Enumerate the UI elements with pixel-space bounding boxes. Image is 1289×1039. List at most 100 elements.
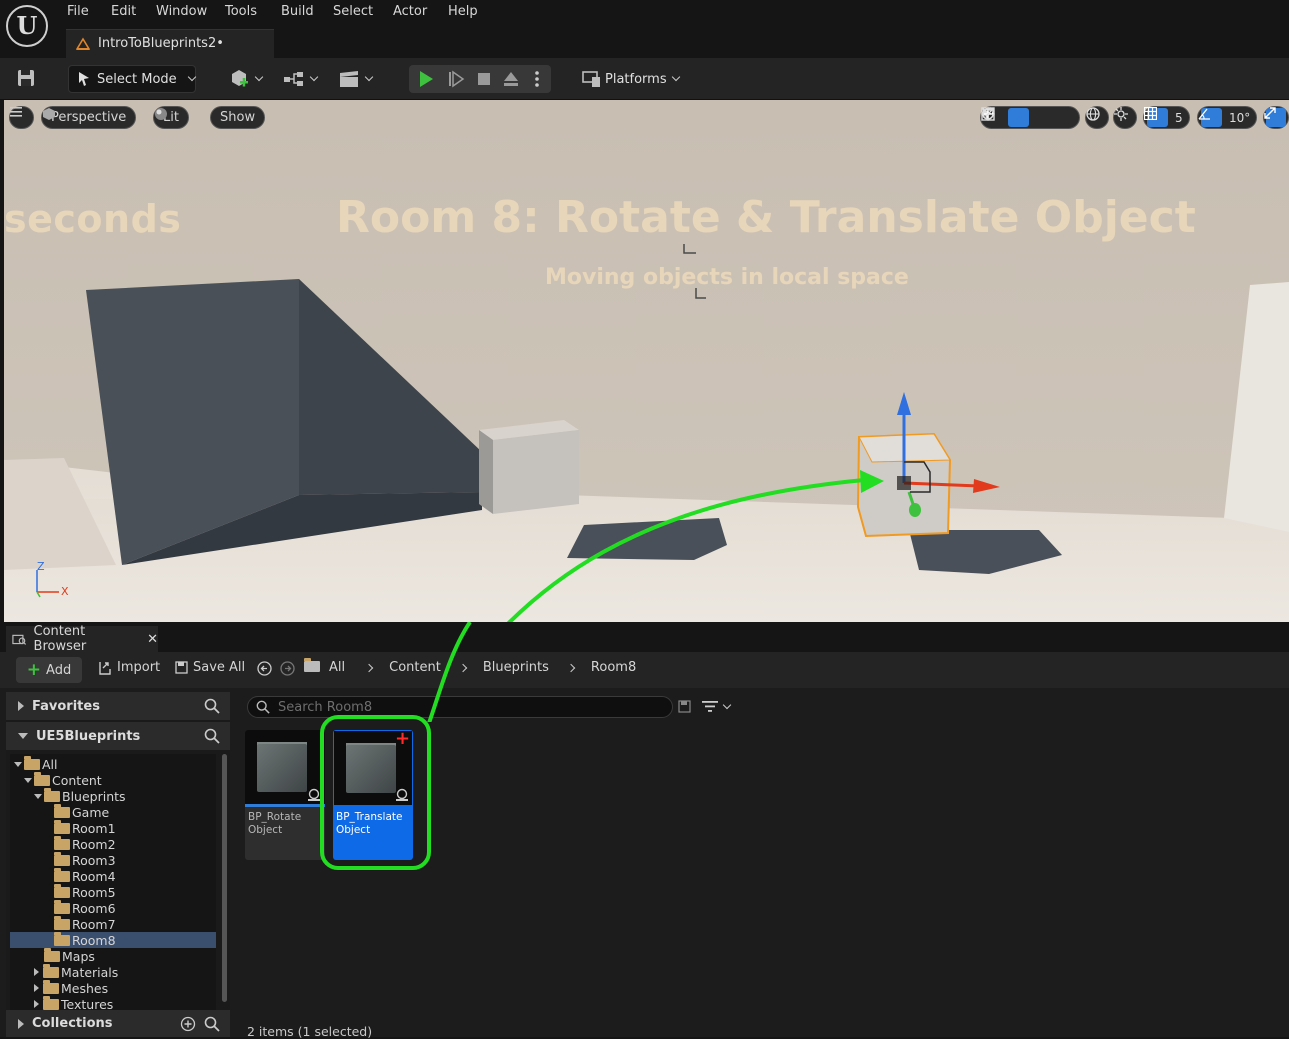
lit-button[interactable]: Lit xyxy=(153,106,189,129)
viewport-menu-button[interactable] xyxy=(9,106,34,129)
breadcrumb-all[interactable]: All xyxy=(329,660,345,675)
eject-icon[interactable] xyxy=(502,70,520,88)
select-mode-dropdown[interactable]: Select Mode xyxy=(68,65,196,93)
search-icon[interactable] xyxy=(204,698,220,714)
add-actor-icon xyxy=(232,70,248,87)
breadcrumb-blueprints[interactable]: Blueprints xyxy=(483,660,549,675)
chevron-right-icon[interactable] xyxy=(566,663,576,672)
tree-item[interactable]: Materials xyxy=(10,963,216,980)
menu-edit[interactable]: Edit xyxy=(111,4,136,19)
translate-tool-icon[interactable] xyxy=(981,107,1029,127)
history-forward-button[interactable] xyxy=(280,661,295,676)
chevron-right-icon[interactable] xyxy=(364,663,374,672)
tree-item[interactable]: Room2 xyxy=(10,835,216,852)
breadcrumb-content[interactable]: Content xyxy=(389,660,441,675)
folder-icon xyxy=(54,867,70,882)
browse-folders-button[interactable] xyxy=(304,658,322,672)
collapse-arrow-icon[interactable] xyxy=(14,761,22,767)
favorites-header[interactable]: Favorites xyxy=(6,692,230,720)
add-button[interactable]: + Add xyxy=(16,657,82,683)
tree-item[interactable]: Game xyxy=(10,803,216,820)
tree-item[interactable]: Room4 xyxy=(10,867,216,884)
import-icon xyxy=(99,661,111,675)
tree-item[interactable]: Room1 xyxy=(10,819,216,836)
asset-type-bar xyxy=(245,804,325,807)
tree-item[interactable]: Room6 xyxy=(10,899,216,916)
search-icon[interactable] xyxy=(204,728,220,744)
menu-file[interactable]: File xyxy=(67,4,89,19)
tree-item[interactable]: Room8 xyxy=(10,931,216,948)
advance-frame-icon[interactable] xyxy=(447,70,465,88)
platforms-dropdown[interactable]: Platforms xyxy=(582,65,680,93)
sources-panel: Favorites UE5Blueprints All Content Bluepr… xyxy=(6,692,230,1037)
menu-actor[interactable]: Actor xyxy=(393,4,427,19)
maximize-viewport-button[interactable] xyxy=(1263,106,1289,129)
menu-tools[interactable]: Tools xyxy=(225,4,257,19)
grid-snap-control[interactable]: 5 xyxy=(1143,106,1190,129)
rotation-snap-control[interactable]: 10° xyxy=(1197,106,1258,129)
tree-item[interactable]: Room5 xyxy=(10,883,216,900)
save-icon[interactable] xyxy=(16,68,36,88)
breadcrumb-room8[interactable]: Room8 xyxy=(591,660,636,675)
add-collection-icon[interactable] xyxy=(180,1016,196,1032)
history-back-button[interactable] xyxy=(257,661,272,676)
add-actor-button[interactable] xyxy=(228,65,264,93)
menu-window[interactable]: Window xyxy=(156,4,207,19)
tree-item-label: Room8 xyxy=(72,932,116,948)
level-viewport[interactable]: seconds Room 8: Rotate & Translate Objec… xyxy=(4,100,1289,622)
stop-icon[interactable] xyxy=(475,70,493,88)
tree-item-label: Room3 xyxy=(72,852,116,868)
more-options-icon[interactable] xyxy=(533,70,541,88)
tree-item-label: Materials xyxy=(61,964,119,980)
content-browser-tab[interactable]: Content Browser ✕ xyxy=(6,624,158,654)
tree-item[interactable]: Room3 xyxy=(10,851,216,868)
menu-build[interactable]: Build xyxy=(281,4,314,19)
select-mode-icon xyxy=(79,72,89,86)
search-icon[interactable] xyxy=(204,1016,220,1032)
plus-icon: + xyxy=(26,660,42,680)
tree-item[interactable]: All xyxy=(10,755,216,772)
menu-select[interactable]: Select xyxy=(333,4,373,19)
save-all-button[interactable]: Save All xyxy=(175,660,245,675)
tree-item[interactable]: Meshes xyxy=(10,979,216,996)
project-header[interactable]: UE5Blueprints xyxy=(6,722,230,750)
expand-arrow-icon xyxy=(18,1018,24,1029)
import-button[interactable]: Import xyxy=(98,660,160,675)
world-space-toggle[interactable] xyxy=(1085,106,1109,129)
collections-header[interactable]: Collections xyxy=(6,1010,230,1037)
chevron-right-icon[interactable] xyxy=(458,663,468,672)
chevron-down-icon xyxy=(364,72,374,82)
rotation-snap-icon[interactable] xyxy=(1198,108,1222,127)
tree-scrollbar[interactable] xyxy=(222,754,227,1002)
rotate-tool-icon[interactable] xyxy=(982,107,1052,127)
show-button[interactable]: Show xyxy=(210,106,266,129)
filter-dropdown[interactable] xyxy=(702,700,732,713)
menu-help[interactable]: Help xyxy=(448,4,478,19)
blueprints-button[interactable] xyxy=(283,65,319,93)
expand-arrow-icon[interactable] xyxy=(34,968,39,976)
perspective-button[interactable]: Perspective xyxy=(41,106,137,129)
favorites-label: Favorites xyxy=(32,698,100,714)
save-search-icon[interactable] xyxy=(678,700,691,713)
close-tab-icon[interactable]: ✕ xyxy=(147,632,158,647)
tree-item[interactable]: Room7 xyxy=(10,915,216,932)
tree-item[interactable]: Blueprints xyxy=(10,787,216,804)
asset-search-input[interactable]: Search Room8 xyxy=(247,696,673,718)
level-document-tab[interactable]: IntroToBlueprints2• xyxy=(66,29,274,58)
tree-item[interactable]: Content xyxy=(10,771,216,788)
expand-arrow-icon[interactable] xyxy=(34,1000,39,1008)
cinematics-button[interactable] xyxy=(338,65,374,93)
grid-snap-icon[interactable] xyxy=(1144,107,1168,127)
scene-render xyxy=(4,100,1289,622)
unreal-logo-icon[interactable]: U xyxy=(6,5,48,47)
expand-arrow-icon[interactable] xyxy=(34,984,39,992)
asset-tile-bp-rotate[interactable]: BP_Rotate Object xyxy=(245,730,325,860)
tree-item[interactable]: Maps xyxy=(10,947,216,964)
collapse-arrow-icon[interactable] xyxy=(24,777,32,783)
surface-snapping-toggle[interactable] xyxy=(1113,106,1137,129)
folder-icon xyxy=(34,771,50,786)
scale-tool-icon[interactable] xyxy=(981,107,1075,127)
play-icon[interactable] xyxy=(417,70,435,88)
expand-arrow-icon xyxy=(18,701,24,711)
collapse-arrow-icon[interactable] xyxy=(34,793,42,799)
